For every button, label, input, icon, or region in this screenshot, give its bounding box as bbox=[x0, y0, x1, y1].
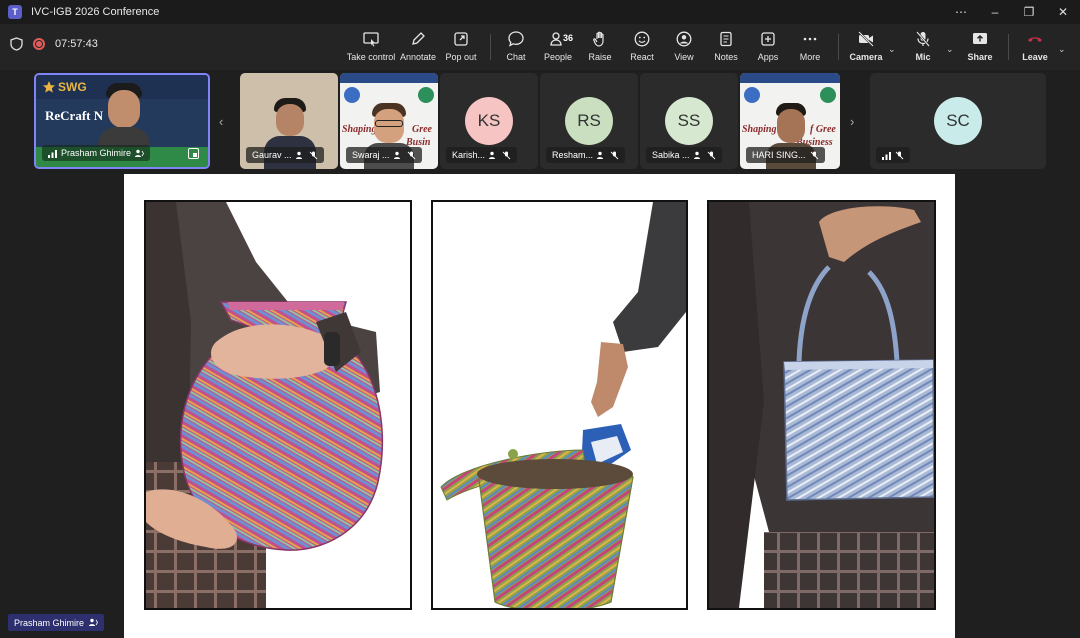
restore-icon: ❐ bbox=[1023, 5, 1035, 19]
teams-icon: T bbox=[8, 5, 22, 19]
mic-muted-icon bbox=[502, 151, 511, 159]
share-tray-icon bbox=[188, 148, 199, 159]
people-count: 36 bbox=[563, 33, 574, 43]
close-icon: ✕ bbox=[1057, 5, 1069, 19]
signal-bars-icon bbox=[882, 151, 891, 160]
window-title: IVC-IGB 2026 Conference bbox=[31, 6, 160, 18]
camera-off-icon bbox=[858, 31, 874, 47]
participant-tile[interactable]: Shaping the Gree Busin Swaraj ... bbox=[340, 73, 438, 169]
presenter-name-badge: Prasham Ghimire bbox=[8, 614, 105, 631]
mic-muted-icon bbox=[810, 151, 818, 159]
participant-video bbox=[94, 83, 154, 157]
presenter-icon bbox=[89, 618, 98, 626]
presenter-icon bbox=[393, 151, 400, 159]
presenter-icon bbox=[295, 151, 302, 159]
participant-tile[interactable]: Shaping the f Gree Business HARI SING... bbox=[740, 73, 840, 169]
avatar: SS bbox=[665, 97, 713, 145]
chevron-left-icon[interactable]: ‹ bbox=[219, 114, 223, 129]
participant-name-tag: Sabika ... bbox=[646, 147, 722, 163]
participant-tile[interactable]: SS Sabika ... bbox=[640, 73, 738, 169]
participant-tile[interactable]: SC bbox=[870, 73, 1046, 169]
minimize-icon: – bbox=[991, 5, 999, 19]
swg-logo: SWG bbox=[58, 80, 87, 94]
presenter-icon bbox=[135, 149, 144, 157]
avatar: RS bbox=[565, 97, 613, 145]
chat-icon bbox=[508, 31, 524, 47]
meeting-timer: 07:57:43 bbox=[55, 38, 98, 50]
mic-muted-icon bbox=[610, 151, 619, 159]
pop-out-button[interactable]: Pop out bbox=[435, 30, 487, 62]
mic-muted-icon bbox=[407, 151, 415, 159]
pen-icon bbox=[412, 32, 425, 45]
more-button[interactable]: More bbox=[784, 30, 836, 62]
apps-icon bbox=[761, 32, 775, 46]
hang-up-icon bbox=[1028, 37, 1042, 42]
chevron-right-icon[interactable]: › bbox=[850, 114, 854, 129]
ellipsis-icon bbox=[803, 37, 817, 41]
participant-tile[interactable]: Gaurav ... bbox=[240, 73, 338, 169]
camera-options-chevron-down-icon[interactable]: ⌄ bbox=[888, 44, 896, 55]
close-button[interactable]: ✕ bbox=[1046, 0, 1080, 24]
hand-icon bbox=[593, 31, 604, 47]
mic-muted-icon bbox=[309, 151, 317, 159]
participant-name-tag: Resham... bbox=[546, 147, 626, 163]
presenter-icon bbox=[489, 151, 496, 159]
camera-button[interactable]: Camera bbox=[840, 30, 892, 62]
view-icon bbox=[676, 31, 692, 47]
presenter-icon bbox=[597, 151, 604, 159]
take-control-icon bbox=[363, 32, 379, 47]
title-bar: T IVC-IGB 2026 Conference ⋯ – ❐ ✕ bbox=[0, 0, 1080, 24]
product-photo-vase bbox=[144, 200, 412, 610]
shield-icon[interactable] bbox=[10, 37, 23, 51]
signal-bars-icon bbox=[48, 149, 57, 158]
restore-button[interactable]: ❐ bbox=[1012, 0, 1046, 24]
product-photo-bag bbox=[707, 200, 936, 610]
minimize-button[interactable]: – bbox=[978, 0, 1012, 24]
mic-off-icon bbox=[916, 31, 930, 47]
participant-name-tag: Prasham Ghimire bbox=[42, 145, 151, 161]
mic-muted-icon bbox=[895, 151, 904, 159]
leave-options-chevron-down-icon[interactable]: ⌄ bbox=[1058, 44, 1066, 55]
participant-tile[interactable]: RS Resham... bbox=[540, 73, 638, 169]
participant-tile[interactable]: KS Karish... bbox=[440, 73, 538, 169]
bin-image bbox=[433, 202, 686, 608]
participants-strip: SWG ReCraft N Prasham Ghimire ‹ Gaurav .… bbox=[0, 70, 1080, 172]
more-icon: ⋯ bbox=[955, 5, 967, 19]
leave-button[interactable]: Leave bbox=[1009, 30, 1061, 62]
toolbar-divider bbox=[838, 34, 839, 60]
shared-screen bbox=[124, 174, 955, 638]
bag-image bbox=[709, 202, 934, 608]
participant-name-tag: Gaurav ... bbox=[246, 147, 324, 163]
share-screen-icon bbox=[973, 33, 987, 44]
take-control-button[interactable]: Take control bbox=[345, 30, 397, 62]
avatar: KS bbox=[465, 97, 513, 145]
meeting-toolbar: 07:57:43 Take control Annotate Pop out C… bbox=[0, 24, 1080, 70]
participant-name-tag bbox=[876, 147, 910, 163]
product-photo-bin bbox=[431, 200, 688, 610]
more-options-button[interactable]: ⋯ bbox=[944, 0, 978, 24]
mic-button[interactable]: Mic bbox=[897, 30, 949, 62]
smiley-icon bbox=[634, 31, 650, 47]
presenter-icon bbox=[693, 151, 700, 159]
participant-name-tag: Swaraj ... bbox=[346, 147, 422, 163]
participant-tile[interactable]: SWG ReCraft N Prasham Ghimire bbox=[34, 73, 210, 169]
star-logo-icon bbox=[43, 81, 55, 93]
participant-name-tag: HARI SING... bbox=[746, 147, 825, 163]
recording-icon bbox=[33, 38, 45, 50]
mic-options-chevron-down-icon[interactable]: ⌄ bbox=[946, 44, 954, 55]
share-button[interactable]: Share bbox=[954, 30, 1006, 62]
mic-muted-icon bbox=[707, 151, 715, 159]
participant-name-tag: Karish... bbox=[446, 147, 518, 163]
vase-image bbox=[146, 202, 410, 608]
notes-icon bbox=[720, 31, 732, 47]
pop-out-icon bbox=[454, 32, 468, 46]
avatar: SC bbox=[934, 97, 982, 145]
